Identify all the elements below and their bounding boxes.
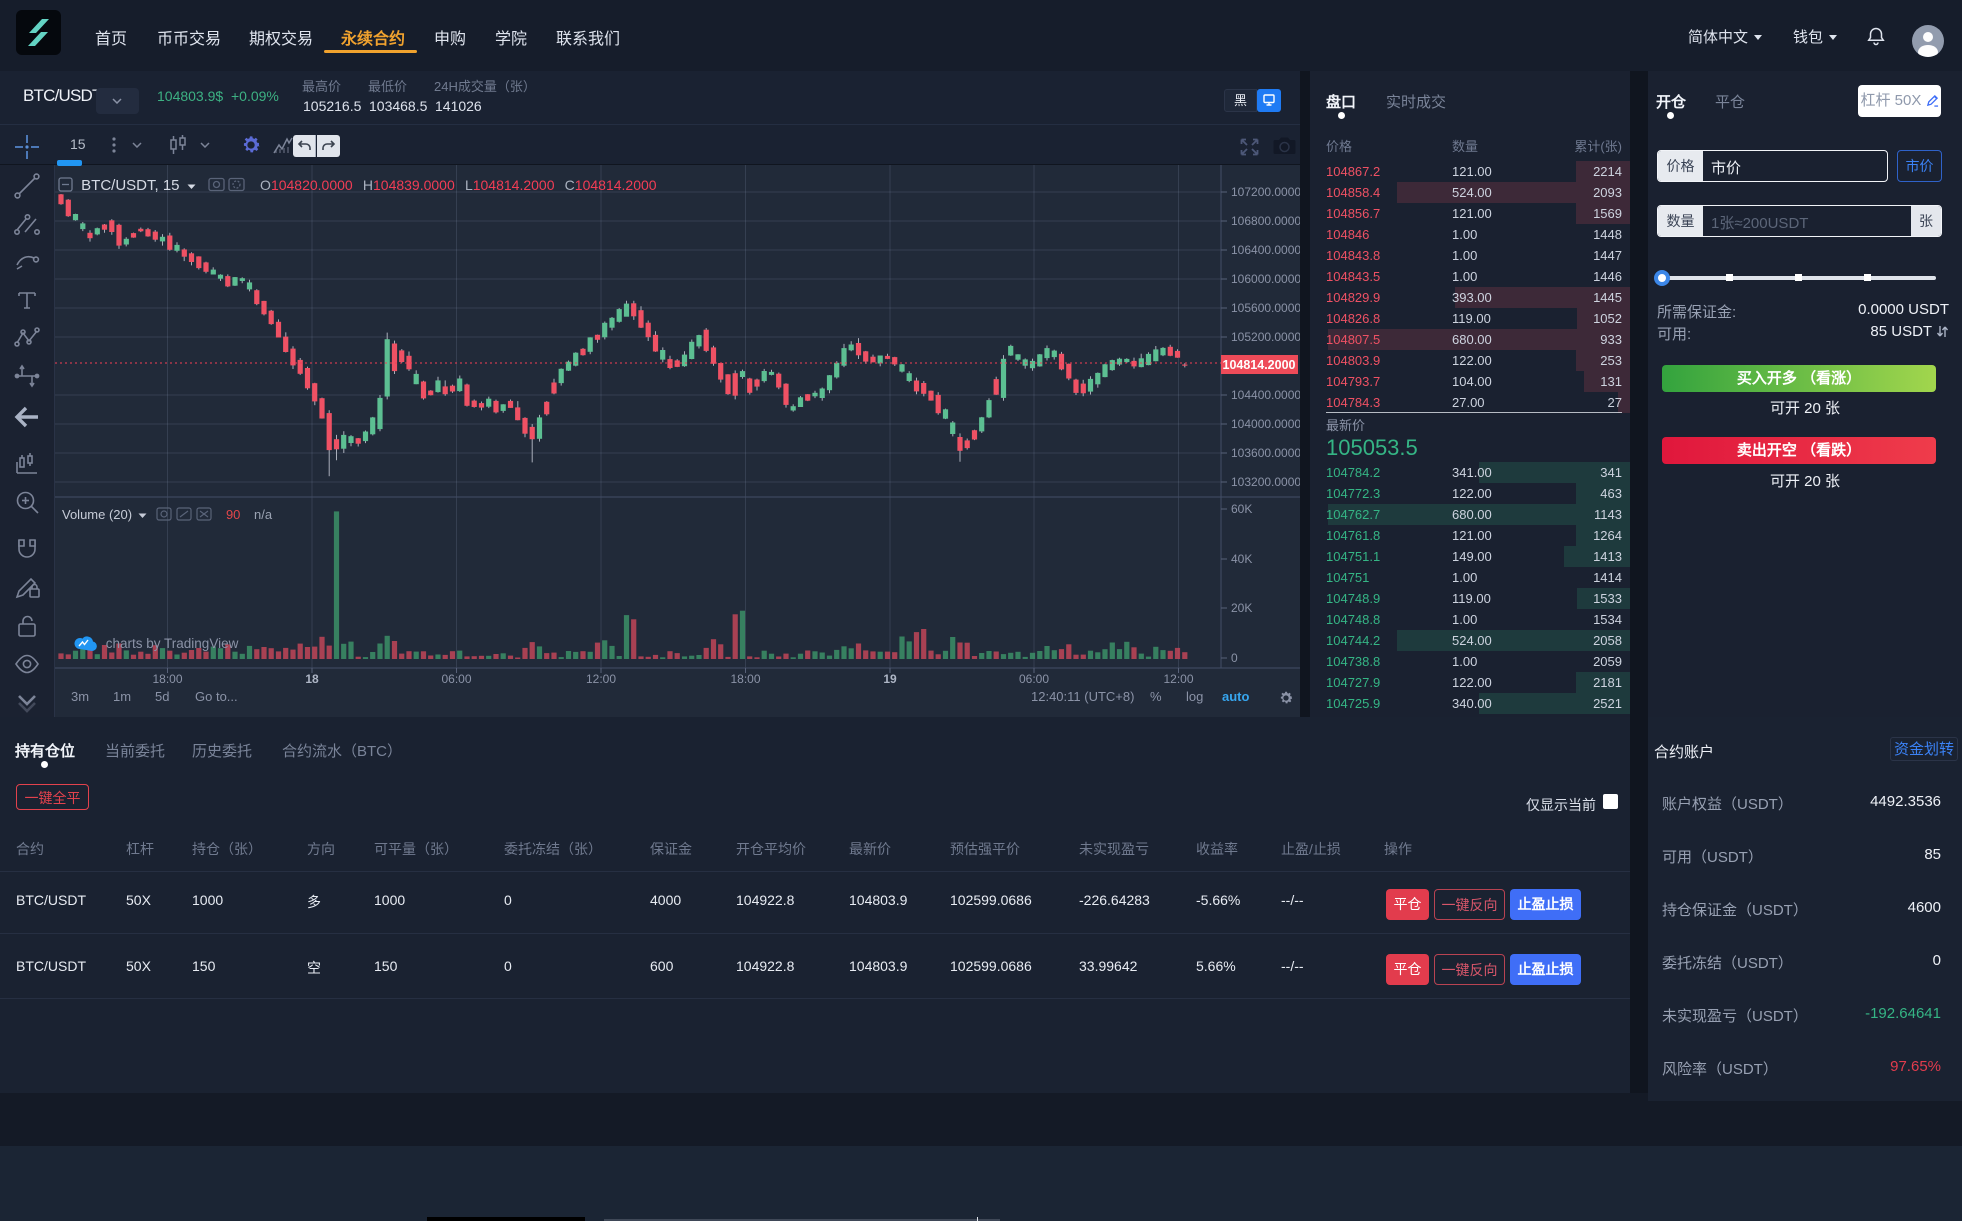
svg-text:19: 19	[883, 672, 897, 686]
svg-text:106800.0000: 106800.0000	[1231, 214, 1300, 228]
svg-text:107200.0000: 107200.0000	[1231, 185, 1300, 199]
svg-text:60K: 60K	[1231, 502, 1252, 516]
svg-text:18: 18	[305, 672, 319, 686]
svg-text:104814.2000: 104814.2000	[1223, 358, 1296, 372]
svg-text:104400.0000: 104400.0000	[1231, 388, 1300, 402]
svg-text:06:00: 06:00	[1019, 672, 1049, 686]
svg-text:106000.0000: 106000.0000	[1231, 272, 1300, 286]
svg-text:06:00: 06:00	[441, 672, 471, 686]
svg-text:0: 0	[1231, 651, 1238, 665]
svg-text:18:00: 18:00	[730, 672, 760, 686]
svg-text:40K: 40K	[1231, 552, 1252, 566]
svg-text:103200.0000: 103200.0000	[1231, 475, 1300, 489]
svg-text:12:00: 12:00	[1163, 672, 1193, 686]
svg-text:103600.0000: 103600.0000	[1231, 446, 1300, 460]
svg-text:105200.0000: 105200.0000	[1231, 330, 1300, 344]
svg-text:104000.0000: 104000.0000	[1231, 417, 1300, 431]
svg-text:20K: 20K	[1231, 601, 1252, 615]
svg-text:105600.0000: 105600.0000	[1231, 301, 1300, 315]
svg-text:12:00: 12:00	[586, 672, 616, 686]
svg-text:18:00: 18:00	[152, 672, 182, 686]
svg-text:106400.0000: 106400.0000	[1231, 243, 1300, 257]
